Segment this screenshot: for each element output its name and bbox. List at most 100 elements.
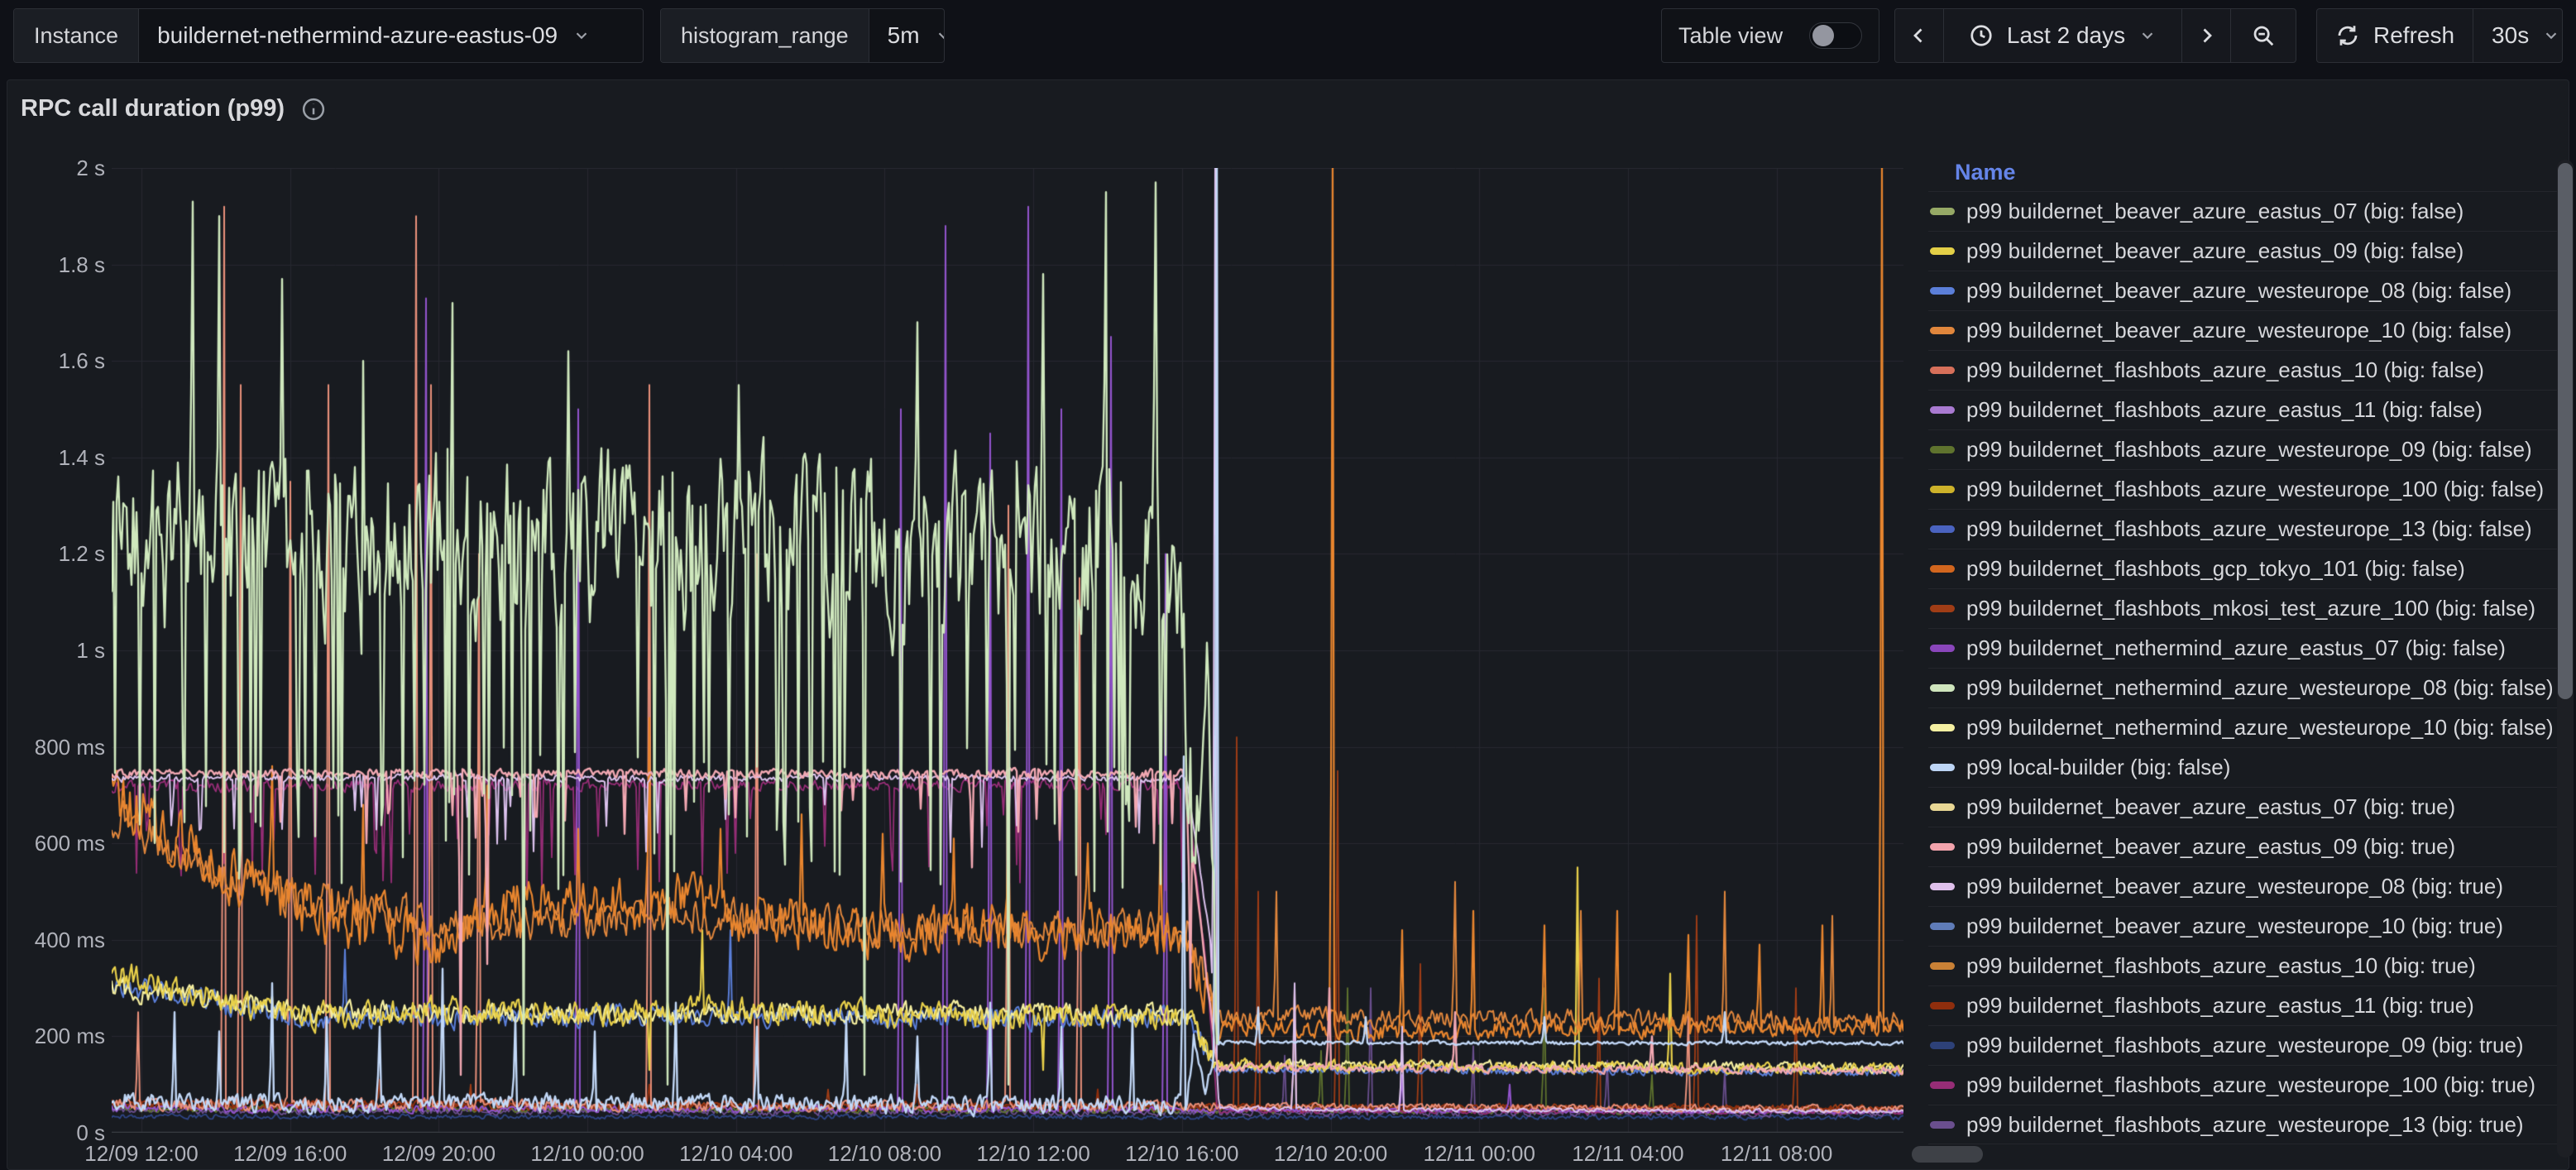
series-color-marker: [1930, 923, 1955, 930]
table-view-toggle[interactable]: [1809, 22, 1862, 49]
series-color-marker: [1930, 684, 1955, 692]
info-icon[interactable]: [301, 97, 326, 122]
y-tick-label: 400 ms: [7, 928, 105, 952]
timeseries-chart[interactable]: [112, 168, 1903, 1133]
legend-row[interactable]: p99 buildernet_flashbots_azure_westeurop…: [1928, 1105, 2557, 1144]
legend-row[interactable]: p99 buildernet_flashbots_azure_westeurop…: [1928, 429, 2557, 469]
series-label: p99 buildernet_beaver_azure_eastus_09 (b…: [1966, 238, 2463, 264]
legend-row[interactable]: p99 buildernet_nethermind_azure_westeuro…: [1928, 668, 2557, 707]
series-color-marker: [1930, 1002, 1955, 1009]
legend-row[interactable]: p99 buildernet_beaver_azure_eastus_09 (b…: [1928, 827, 2557, 866]
x-tick-label: 12/11 08:00: [1686, 1141, 1868, 1166]
series-label: p99 buildernet_nethermind_azure_eastus_0…: [1966, 635, 2506, 661]
legend-row[interactable]: p99 buildernet_flashbots_azure_eastus_11…: [1928, 985, 2557, 1025]
legend-row[interactable]: p99 buildernet_flashbots_azure_westeurop…: [1928, 509, 2557, 549]
series-label: p99 buildernet_flashbots_azure_westeurop…: [1966, 1072, 2535, 1098]
series-label: p99 buildernet_nethermind_azure_westeuro…: [1966, 675, 2554, 701]
series-color-marker: [1930, 962, 1955, 970]
series-color-marker: [1930, 525, 1955, 533]
series-color-marker: [1930, 645, 1955, 652]
refresh-label: Refresh: [2373, 22, 2454, 49]
legend-row[interactable]: p99 local-builder (big: false): [1928, 747, 2557, 787]
time-range-picker[interactable]: Last 2 days: [1944, 9, 2182, 62]
time-range-label: Last 2 days: [2007, 22, 2125, 49]
legend-row[interactable]: p99 buildernet_beaver_azure_westeurope_0…: [1928, 271, 2557, 310]
legend: Name p99 buildernet_beaver_azure_eastus_…: [1928, 153, 2557, 1154]
legend-row[interactable]: p99 buildernet_beaver_azure_westeurope_0…: [1928, 866, 2557, 906]
instance-value: buildernet-nethermind-azure-eastus-09: [157, 22, 558, 49]
series-label: p99 buildernet_flashbots_azure_westeurop…: [1966, 1112, 2524, 1138]
legend-row[interactable]: p99 buildernet_flashbots_azure_eastus_11…: [1928, 390, 2557, 429]
legend-scrollbar-thumb[interactable]: [2558, 163, 2573, 699]
series-label: p99 local-builder (big: false): [1966, 755, 2230, 780]
refresh-interval-select[interactable]: 30s: [2473, 9, 2563, 62]
series-color-marker: [1930, 367, 1955, 374]
series-color-marker: [1930, 327, 1955, 334]
legend-header-name[interactable]: Name: [1928, 153, 2557, 191]
series-label: p99 buildernet_flashbots_gcp_tokyo_101 (…: [1966, 556, 2465, 582]
series-color-marker: [1930, 764, 1955, 771]
legend-hscrollbar-thumb[interactable]: [1912, 1146, 1983, 1163]
panel-title: RPC call duration (p99): [21, 95, 285, 122]
legend-row[interactable]: p99 buildernet_flashbots_mkosi_test_azur…: [1928, 588, 2557, 628]
series-color-marker: [1930, 883, 1955, 890]
series-label: p99 buildernet_beaver_azure_westeurope_0…: [1966, 874, 2503, 899]
top-toolbar: Instance buildernet-nethermind-azure-eas…: [0, 0, 2576, 79]
series-label: p99 buildernet_beaver_azure_eastus_07 (b…: [1966, 794, 2455, 820]
histogram-range-value: 5m: [888, 22, 920, 49]
time-shift-back-button[interactable]: [1895, 9, 1944, 62]
instance-variable: Instance buildernet-nethermind-azure-eas…: [13, 8, 644, 63]
instance-select[interactable]: buildernet-nethermind-azure-eastus-09: [139, 9, 643, 62]
legend-row[interactable]: p99 buildernet_flashbots_azure_westeurop…: [1928, 1025, 2557, 1065]
zoom-out-button[interactable]: [2231, 9, 2296, 62]
series-color-marker: [1930, 1042, 1955, 1049]
histogram-range-label: histogram_range: [661, 9, 869, 62]
chevron-left-icon: [1907, 23, 1932, 48]
rpc-duration-panel: RPC call duration (p99) 2 s1.8 s1.6 s1.4…: [7, 79, 2569, 1170]
series-color-marker: [1930, 1081, 1955, 1089]
legend-row[interactable]: p99 buildernet_nethermind_azure_westeuro…: [1928, 707, 2557, 747]
series-label: p99 buildernet_flashbots_azure_eastus_11…: [1966, 993, 2474, 1019]
histogram-range-variable: histogram_range 5m: [660, 8, 945, 63]
series-color-marker: [1930, 724, 1955, 731]
legend-row[interactable]: p99 buildernet_nethermind_azure_eastus_0…: [1928, 628, 2557, 668]
chevron-right-icon: [2194, 23, 2219, 48]
y-tick-label: 1.2 s: [7, 541, 105, 566]
series-label: p99 buildernet_flashbots_mkosi_test_azur…: [1966, 596, 2535, 621]
chevron-down-icon: [2542, 26, 2560, 45]
series-color-marker: [1930, 565, 1955, 573]
legend-row[interactable]: p99 buildernet_beaver_azure_westeurope_1…: [1928, 310, 2557, 350]
refresh-group: Refresh 30s: [2316, 8, 2563, 63]
series-label: p99 buildernet_flashbots_azure_eastus_10…: [1966, 953, 2476, 979]
series-color-marker: [1930, 1121, 1955, 1129]
table-view-control: Table view: [1661, 8, 1879, 63]
y-tick-label: 1.6 s: [7, 348, 105, 373]
series-color-marker: [1930, 605, 1955, 612]
legend-row[interactable]: p99 buildernet_flashbots_azure_eastus_10…: [1928, 350, 2557, 390]
y-tick-label: 800 ms: [7, 735, 105, 760]
legend-row[interactable]: p99 buildernet_flashbots_azure_westeurop…: [1928, 469, 2557, 509]
series-label: p99 buildernet_nethermind_azure_westeuro…: [1966, 715, 2554, 741]
panel-header[interactable]: RPC call duration (p99): [21, 95, 326, 122]
series-label: p99 buildernet_flashbots_azure_westeurop…: [1966, 477, 2544, 502]
series-label: p99 buildernet_beaver_azure_westeurope_0…: [1966, 278, 2511, 304]
series-color-marker: [1930, 843, 1955, 851]
legend-row[interactable]: p99 buildernet_beaver_azure_westeurope_1…: [1928, 906, 2557, 946]
series-label: p99 buildernet_beaver_azure_westeurope_1…: [1966, 913, 2503, 939]
legend-row[interactable]: p99 buildernet_beaver_azure_eastus_07 (b…: [1928, 787, 2557, 827]
legend-row[interactable]: p99 buildernet_flashbots_azure_eastus_10…: [1928, 946, 2557, 985]
clock-icon: [1969, 23, 1994, 48]
series-label: p99 buildernet_beaver_azure_eastus_09 (b…: [1966, 834, 2455, 860]
y-tick-label: 1 s: [7, 638, 105, 663]
legend-row[interactable]: p99 buildernet_beaver_azure_eastus_07 (b…: [1928, 191, 2557, 231]
time-shift-forward-button[interactable]: [2182, 9, 2231, 62]
series-label: p99 buildernet_flashbots_azure_westeurop…: [1966, 516, 2532, 542]
histogram-range-select[interactable]: 5m: [869, 9, 945, 62]
legend-row[interactable]: p99 buildernet_flashbots_azure_westeurop…: [1928, 1065, 2557, 1105]
refresh-icon: [2335, 23, 2360, 48]
legend-row[interactable]: p99 buildernet_flashbots_gcp_tokyo_101 (…: [1928, 549, 2557, 588]
series-label: p99 buildernet_beaver_azure_westeurope_1…: [1966, 318, 2511, 343]
legend-row[interactable]: p99 buildernet_beaver_azure_eastus_09 (b…: [1928, 231, 2557, 271]
refresh-button[interactable]: Refresh: [2317, 9, 2473, 62]
series-label: p99 buildernet_flashbots_azure_eastus_11…: [1966, 397, 2483, 423]
